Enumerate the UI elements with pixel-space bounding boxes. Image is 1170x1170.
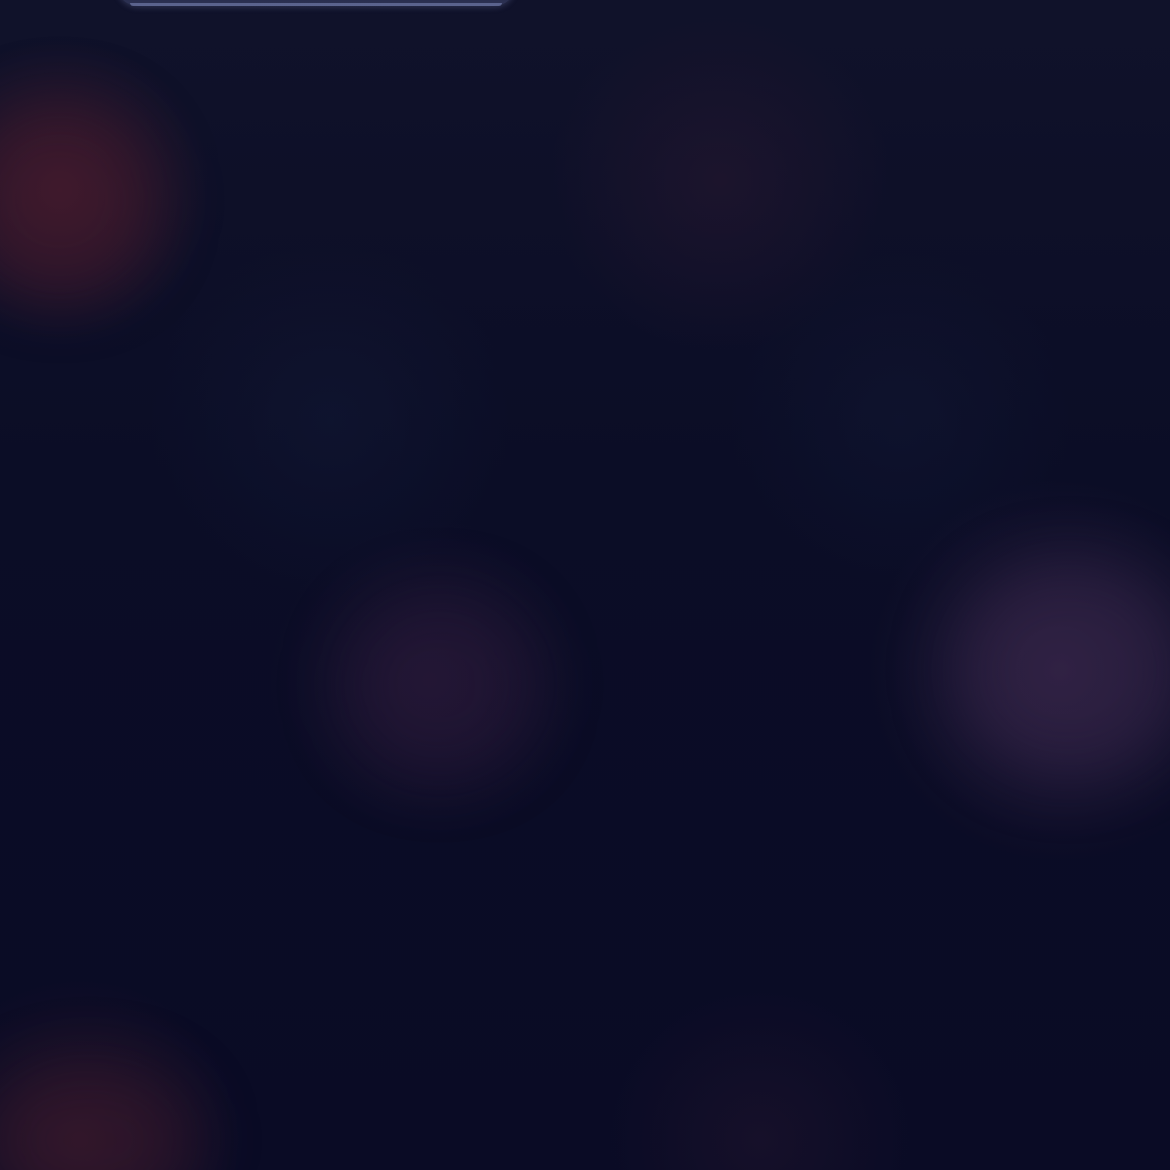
background-glow-right <box>950 560 1170 780</box>
background-glow-center <box>340 590 540 780</box>
panel-bottom-edge <box>130 3 502 6</box>
background-glow-bottom-left <box>0 1060 200 1170</box>
blurred-background-screen <box>0 0 1170 1170</box>
dimmed-panel-edge <box>116 0 516 6</box>
background-glow-top-left <box>0 100 160 300</box>
